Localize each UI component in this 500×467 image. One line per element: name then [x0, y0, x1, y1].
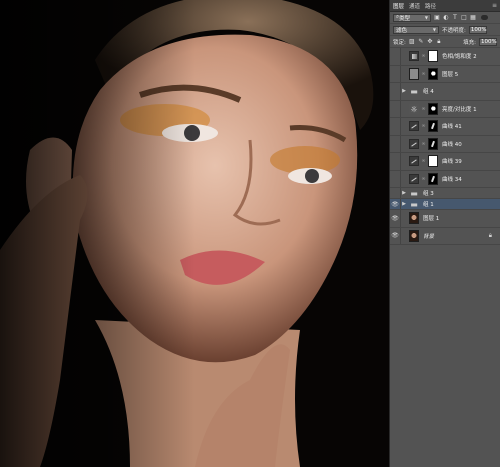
layer-name: 曲线 40	[442, 141, 462, 148]
chevron-right-icon[interactable]: ▶	[401, 201, 407, 207]
layer-thumbnail	[409, 212, 419, 225]
layer-row[interactable]: 👁 ∞ 色相/饱和度 2	[390, 48, 500, 66]
visibility-eye-icon[interactable]: 👁	[390, 140, 400, 147]
layer-row[interactable]: 👁 ▶ ▬ 组 3	[390, 188, 500, 199]
folder-icon: ▬	[410, 199, 418, 209]
filter-type-icon[interactable]: T	[452, 14, 458, 21]
layer-name: 曲线 41	[442, 124, 462, 131]
chevron-right-icon[interactable]: ▶	[401, 190, 407, 196]
layer-row[interactable]: 👁 ∞ 曲线 40	[390, 135, 500, 153]
link-icon: ∞	[421, 70, 426, 77]
visibility-eye-icon[interactable]: 👁	[390, 215, 400, 222]
layer-mask-thumbnail[interactable]	[428, 172, 438, 185]
chevron-right-icon[interactable]: ▶	[401, 88, 407, 94]
link-icon: ∞	[421, 158, 426, 165]
visibility-eye-icon[interactable]: 👁	[390, 190, 400, 197]
filter-shape-icon[interactable]: □	[461, 14, 467, 21]
lock-transparency-icon[interactable]: ▨	[409, 38, 415, 45]
visibility-eye-icon[interactable]: 👁	[390, 201, 400, 208]
filter-toggle[interactable]	[481, 15, 488, 20]
layer-mask-thumbnail[interactable]	[428, 120, 438, 133]
opacity-input[interactable]: 100%	[468, 25, 487, 34]
visibility-eye-icon[interactable]: 👁	[390, 232, 400, 239]
layer-name: 曲线 34	[442, 176, 462, 183]
layer-thumbnail	[409, 67, 419, 80]
layer-name: 组 1	[423, 202, 434, 208]
layer-name: 亮度/对比度 1	[442, 106, 477, 113]
curves-icon	[409, 156, 419, 167]
visibility-eye-icon[interactable]: 👁	[390, 88, 400, 95]
visibility-eye-icon[interactable]: 👁	[390, 158, 400, 165]
hue-saturation-icon	[409, 51, 419, 62]
layer-row[interactable]: 👁 ∞ 曲线 39	[390, 153, 500, 171]
layer-row[interactable]: 👁 ∞ 曲线 41	[390, 118, 500, 136]
layer-row[interactable]: 👁 ∞ 曲线 34	[390, 170, 500, 188]
link-icon: ∞	[421, 175, 426, 182]
layer-row[interactable]: 👁 图层 1	[390, 210, 500, 228]
filter-row: ⌕ 类型 ▼ ▣ ◐ T □ ▦	[390, 12, 500, 24]
folder-icon: ▬	[410, 188, 418, 198]
layer-mask-thumbnail[interactable]	[428, 137, 438, 150]
opacity-label: 不透明度:	[442, 27, 466, 34]
chevron-down-icon: ▼	[424, 15, 428, 20]
filter-smart-icon[interactable]: ▦	[470, 14, 476, 21]
lock-brush-icon[interactable]: ✎	[418, 38, 424, 45]
filter-adjustment-icon[interactable]: ◐	[443, 14, 449, 21]
layer-row[interactable]: 👁 ▶ ▬ 组 4	[390, 83, 500, 101]
layer-name: 组 3	[423, 191, 434, 197]
layer-name: 图层 5	[442, 71, 459, 78]
curves-icon	[409, 138, 419, 149]
fill-input[interactable]: 100%	[479, 37, 497, 46]
lock-label: 锁定:	[393, 39, 406, 46]
filter-type-value: 类型	[399, 15, 411, 22]
panel-menu-icon[interactable]: ≡	[492, 2, 497, 9]
layers-panel: 图层 通道 路径 ≡ ⌕ 类型 ▼ ▣ ◐ T □ ▦ 滤色 ▼ 不透明度: 1…	[389, 0, 500, 467]
filter-type-select[interactable]: ⌕ 类型 ▼	[393, 13, 431, 22]
fill-label: 填充:	[463, 39, 476, 46]
document-canvas[interactable]	[0, 0, 389, 467]
layer-name: 背景	[423, 233, 435, 240]
visibility-eye-icon[interactable]: 👁	[390, 105, 400, 112]
layer-row[interactable]: 👁 ∞ 图层 5	[390, 65, 500, 83]
lock-icon: 🔒︎	[488, 231, 492, 239]
blend-mode-select[interactable]: 滤色 ▼	[393, 25, 439, 34]
lock-move-icon[interactable]: ✥	[427, 38, 433, 45]
brightness-contrast-icon: ☼	[409, 103, 419, 114]
filter-pixel-icon[interactable]: ▣	[434, 14, 440, 21]
tab-paths[interactable]: 路径	[425, 2, 436, 10]
tab-layers[interactable]: 图层	[393, 2, 404, 10]
layer-row[interactable]: 👁 ☼ ∞ 亮度/对比度 1	[390, 100, 500, 118]
folder-icon: ▬	[410, 86, 418, 96]
layer-mask-thumbnail[interactable]	[428, 67, 438, 80]
layer-name: 图层 1	[423, 216, 440, 223]
visibility-eye-icon[interactable]: 👁	[390, 175, 400, 182]
blend-mode-value: 滤色	[396, 27, 408, 34]
curves-icon	[409, 121, 419, 132]
layer-list: 👁 ∞ 色相/饱和度 2 👁 ∞ 图层 5 👁 ▶ ▬ 组 4 👁 ☼	[390, 48, 500, 245]
link-icon: ∞	[421, 140, 426, 147]
portrait-image	[0, 0, 389, 467]
tab-channels[interactable]: 通道	[409, 2, 420, 10]
visibility-eye-icon[interactable]: 👁	[390, 70, 400, 77]
layer-thumbnail	[409, 229, 419, 242]
visibility-eye-icon[interactable]: 👁	[390, 53, 400, 60]
lock-all-icon[interactable]: 🔒︎	[436, 38, 442, 45]
blend-row: 滤色 ▼ 不透明度: 100%	[390, 24, 500, 36]
layer-mask-thumbnail[interactable]	[428, 102, 438, 115]
link-icon: ∞	[421, 105, 426, 112]
lock-row: 锁定: ▨ ✎ ✥ 🔒︎ 填充: 100%	[390, 36, 500, 48]
panel-tabs: 图层 通道 路径 ≡	[390, 0, 500, 12]
layer-row[interactable]: 👁 ▶ ▬ 组 1	[390, 199, 500, 210]
layer-mask-thumbnail[interactable]	[428, 50, 438, 63]
layer-name: 组 4	[423, 89, 434, 96]
layer-row[interactable]: 👁 背景 🔒︎	[390, 227, 500, 245]
curves-icon	[409, 173, 419, 184]
layer-name: 色相/饱和度 2	[442, 54, 477, 61]
link-icon: ∞	[421, 123, 426, 130]
visibility-eye-icon[interactable]: 👁	[390, 123, 400, 130]
layer-mask-thumbnail[interactable]	[428, 155, 438, 168]
link-icon: ∞	[421, 53, 426, 60]
chevron-down-icon: ▼	[432, 27, 436, 32]
layer-name: 曲线 39	[442, 159, 462, 166]
